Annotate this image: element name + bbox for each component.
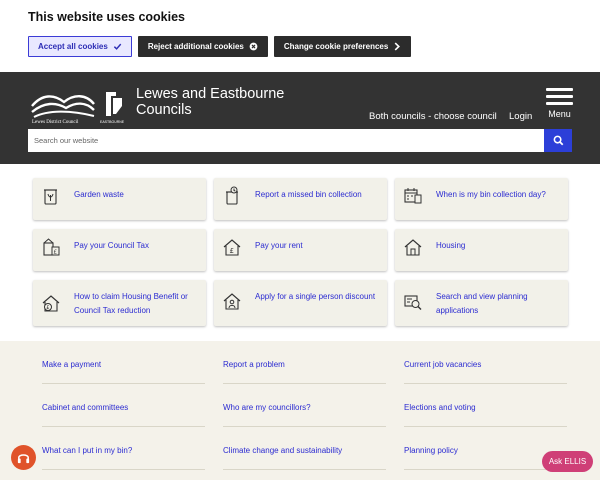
council-logo[interactable]: Lewes District Council EASTBOURNE <box>30 84 130 128</box>
chevron-right-icon <box>393 42 401 51</box>
check-icon <box>113 42 122 51</box>
tile-label: Apply for a single person discount <box>255 292 376 301</box>
cookie-title: This website uses cookies <box>28 10 186 24</box>
site-name-line2: Councils <box>136 102 192 118</box>
link-cabinet-committees[interactable]: Cabinet and committees <box>42 386 205 427</box>
headphones-icon <box>17 454 30 464</box>
login-link[interactable]: Login <box>509 111 532 122</box>
planning-search-icon <box>404 295 422 310</box>
menu-label: Menu <box>548 109 571 119</box>
link-job-vacancies[interactable]: Current job vacancies <box>404 343 567 384</box>
tile-garden-waste[interactable]: Garden waste <box>33 178 206 220</box>
tile-label: Housing <box>436 241 466 250</box>
tile-single-person-discount[interactable]: Apply for a single person discount <box>214 280 387 326</box>
housing-benefit-icon: £ <box>42 295 60 312</box>
accept-cookies-button[interactable]: Accept all cookies <box>28 36 132 57</box>
tile-council-tax[interactable]: £ Pay your Council Tax <box>33 229 206 271</box>
tile-label: Search and view planning applications <box>436 292 528 315</box>
tile-housing-benefit[interactable]: £ How to claim Housing Benefit or Counci… <box>33 280 206 326</box>
tile-pay-rent[interactable]: £ Pay your rent <box>214 229 387 271</box>
site-header: Lewes District Council EASTBOURNE Lewes … <box>0 72 600 164</box>
link-my-councillors[interactable]: Who are my councillors? <box>223 386 386 427</box>
missed-bin-icon <box>226 186 238 205</box>
cookie-banner: This website uses cookies Accept all coo… <box>0 0 600 72</box>
accept-cookies-label: Accept all cookies <box>38 42 108 51</box>
garden-waste-bin-icon <box>44 189 57 205</box>
close-circle-icon <box>249 42 258 51</box>
quick-links: Make a payment Report a problem Current … <box>0 341 600 480</box>
svg-text:£: £ <box>46 305 49 311</box>
svg-text:£: £ <box>54 250 58 256</box>
ask-ellis-button[interactable]: Ask ELLIS <box>542 451 593 472</box>
tile-label: When is my bin collection day? <box>436 190 546 199</box>
site-name-line1: Lewes and Eastbourne <box>136 86 285 102</box>
house-icon <box>404 239 422 256</box>
change-cookie-label: Change cookie preferences <box>283 42 389 51</box>
link-make-payment[interactable]: Make a payment <box>42 343 205 384</box>
tile-bin-collection-day[interactable]: When is my bin collection day? <box>395 178 568 220</box>
tile-planning-applications[interactable]: Search and view planning applications <box>395 280 568 326</box>
link-elections-voting[interactable]: Elections and voting <box>404 386 567 427</box>
hamburger-icon <box>546 88 573 91</box>
tile-label: Pay your rent <box>255 241 303 250</box>
svg-text:£: £ <box>230 247 234 255</box>
tile-label: Pay your Council Tax <box>74 241 149 250</box>
lewes-logo-text: Lewes District Council <box>32 120 79 125</box>
site-name[interactable]: Lewes and Eastbourne Councils <box>136 86 284 118</box>
link-what-in-bin[interactable]: What can I put in my bin? <box>42 429 205 470</box>
search-input[interactable] <box>28 129 544 152</box>
tile-missed-bin[interactable]: Report a missed bin collection <box>214 178 387 220</box>
house-pound-icon: £ <box>223 239 241 256</box>
link-report-problem[interactable]: Report a problem <box>223 343 386 384</box>
tile-label: Report a missed bin collection <box>255 190 362 199</box>
choose-council-link[interactable]: Both councils - choose council <box>369 111 497 122</box>
search-bar <box>28 129 572 152</box>
calendar-bin-icon <box>404 188 422 204</box>
reject-cookies-button[interactable]: Reject additional cookies <box>137 36 268 57</box>
link-climate-change[interactable]: Climate change and sustainability <box>223 429 386 470</box>
accessibility-button[interactable] <box>11 445 36 470</box>
council-tax-icon: £ <box>43 238 60 256</box>
tile-housing[interactable]: Housing <box>395 229 568 271</box>
eastbourne-logo-text: EASTBOURNE <box>100 120 125 124</box>
tile-label: Garden waste <box>74 190 124 199</box>
search-button[interactable] <box>544 129 572 152</box>
tile-label: How to claim Housing Benefit or Council … <box>74 292 188 315</box>
cookie-buttons: Accept all cookies Reject additional coo… <box>28 36 572 57</box>
menu-button[interactable]: Menu <box>546 88 573 119</box>
reject-cookies-label: Reject additional cookies <box>147 42 244 51</box>
top-tasks: Garden waste Report a missed bin collect… <box>0 164 600 341</box>
change-cookie-preferences-button[interactable]: Change cookie preferences <box>273 36 412 57</box>
single-person-house-icon <box>223 293 241 310</box>
search-icon <box>553 135 563 146</box>
